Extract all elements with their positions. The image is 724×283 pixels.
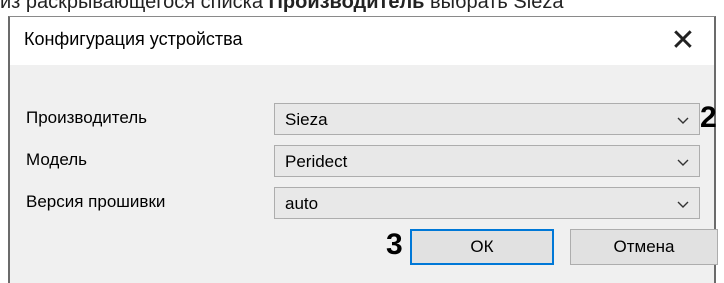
cancel-button[interactable]: Отмена: [570, 229, 718, 265]
dialog-title: Конфигурация устройства: [24, 29, 243, 49]
close-icon[interactable]: ✕: [666, 23, 700, 57]
manufacturer-value: Sieza: [285, 110, 328, 129]
firmware-value: auto: [285, 194, 319, 213]
instruction-pre: из раскрывающегося списка: [0, 0, 269, 13]
instruction-post: выбрать Sieza: [424, 0, 564, 13]
instruction-text: из раскрывающегося списка Производитель …: [0, 0, 724, 13]
firmware-label: Версия прошивки: [26, 192, 166, 211]
device-config-dialog: Конфигурация устройства ✕ Производитель …: [8, 16, 718, 283]
model-value: Peridect: [285, 152, 348, 171]
model-select[interactable]: Peridect: [274, 145, 700, 177]
step-3-marker: 3: [386, 228, 403, 261]
model-label: Модель: [26, 150, 88, 169]
chevron-down-icon: [677, 201, 689, 208]
chevron-down-icon: [677, 117, 689, 124]
firmware-select[interactable]: auto: [274, 187, 700, 219]
instruction-bold: Производитель: [268, 0, 425, 13]
manufacturer-label: Производитель: [26, 108, 148, 127]
chevron-down-icon: [677, 159, 689, 166]
manufacturer-select[interactable]: Sieza: [274, 103, 700, 135]
ok-button[interactable]: ОК: [410, 229, 554, 265]
dialog-titlebar: Конфигурация устройства ✕: [10, 17, 714, 65]
step-2-marker: 2: [700, 101, 717, 134]
